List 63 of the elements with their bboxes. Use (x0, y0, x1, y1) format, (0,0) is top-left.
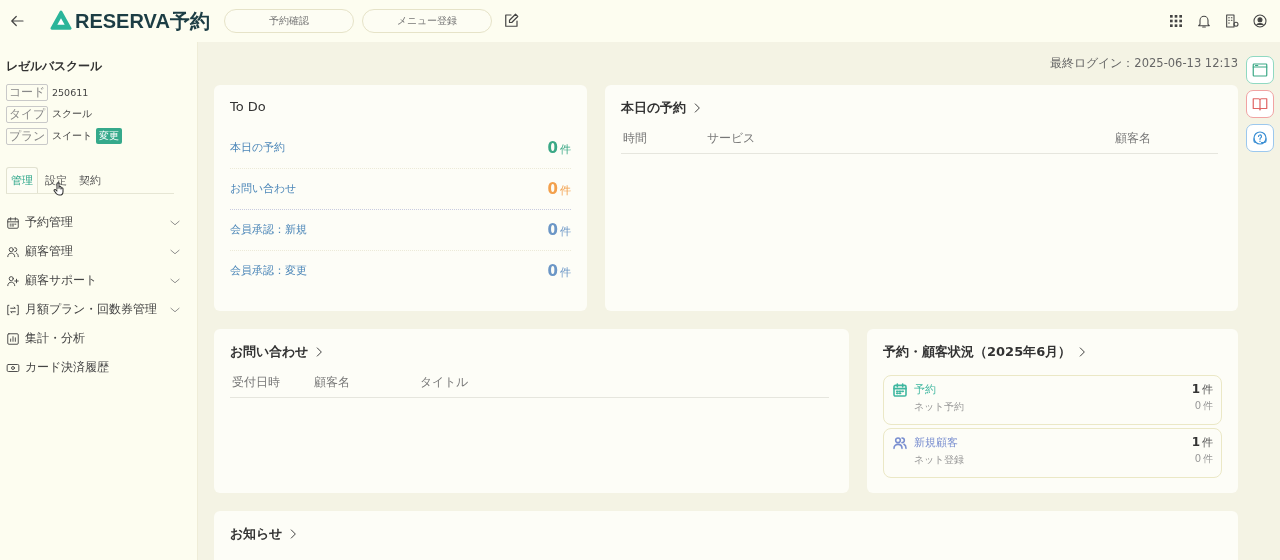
todo-link[interactable]: 会員承認：新規 (230, 223, 307, 237)
info-value: 250611 (52, 86, 89, 98)
nav-button[interactable]: 予約確認 (223, 9, 354, 33)
status-label: 予約 (914, 382, 936, 397)
nav-button[interactable]: メニュー登録 (361, 9, 492, 33)
column-header: 受付日時 (232, 375, 281, 390)
building-gear-icon (1224, 13, 1240, 29)
status-sub-label: ネット登録 (914, 453, 965, 467)
sidebar-tab[interactable]: 契約 (74, 167, 106, 193)
sidebar-menu-item[interactable]: 予約管理 (6, 208, 182, 237)
todo-count: 0件 (547, 180, 571, 198)
column-header: 顧客名 (1115, 131, 1152, 146)
sidebar-menu-item[interactable]: 月額プラン・回数券管理 (6, 295, 182, 324)
browser-icon (1251, 61, 1269, 79)
card-title-link[interactable]: お知らせ (230, 525, 300, 543)
card-title: To Do (230, 99, 266, 114)
todo-link[interactable]: 会員承認：変更 (230, 264, 307, 278)
info-value: スクール (52, 107, 92, 121)
sidebar-menu-item[interactable]: 顧客管理 (6, 237, 182, 266)
support-button[interactable] (1246, 124, 1274, 152)
todo-count: 0件 (547, 221, 571, 239)
logo-icon (50, 10, 72, 32)
todo-count: 0件 (547, 262, 571, 280)
info-label: コード (6, 83, 48, 101)
column-header: サービス (707, 131, 756, 146)
column-header: 顧客名 (314, 375, 351, 390)
notification-icon (1196, 13, 1212, 29)
status-tile[interactable]: 予約 ネット予約 1 件 0 件 (883, 375, 1222, 425)
card-title-link[interactable]: 本日の予約 (621, 99, 704, 117)
status-label: 新規顧客 (914, 435, 958, 450)
repeat-icon (6, 302, 20, 317)
status-tile[interactable]: 新規顧客 ネット登録 1 件 0 件 (883, 428, 1222, 478)
sidebar-menu-item[interactable]: 集計・分析 (6, 324, 182, 353)
status-sub-label: ネット予約 (914, 400, 965, 414)
info-value: スイート (52, 129, 92, 143)
people-icon (6, 244, 20, 259)
card-title-link[interactable]: 予約・顧客状況（2025年6月） (883, 343, 1090, 361)
todo-link[interactable]: 本日の予約 (230, 141, 285, 155)
status-sub-count: 0 件 (1194, 399, 1213, 413)
book-button[interactable] (1246, 90, 1274, 118)
user-plus-icon (6, 273, 20, 288)
support-icon (1251, 129, 1269, 147)
sidebar-menu-item[interactable]: カード決済履歴 (6, 353, 182, 382)
info-label: プラン (6, 127, 48, 145)
logo-text: RESERVA予約 (75, 8, 210, 34)
column-header: タイトル (420, 375, 469, 390)
shop-name: レゼルバスクール (6, 58, 103, 75)
account-icon (1252, 13, 1268, 29)
apps-icon (1168, 13, 1184, 29)
status-count: 1 件 (1191, 382, 1213, 397)
last-login-text: 最終ログイン：2025-06-13 12:13 (1049, 56, 1238, 71)
account-button[interactable] (1250, 11, 1270, 31)
bar-chart-icon (6, 331, 20, 346)
info-label: タイプ (6, 105, 48, 123)
card-title-link[interactable]: お問い合わせ (230, 343, 326, 361)
calendar-icon (6, 215, 20, 230)
book-icon (1251, 95, 1269, 113)
todo-link[interactable]: お問い合わせ (230, 182, 296, 196)
sidebar-menu-item[interactable]: 顧客サポート (6, 266, 182, 295)
column-header: 時間 (623, 131, 648, 146)
status-count: 1 件 (1191, 435, 1213, 450)
todo-count: 0件 (547, 139, 571, 157)
status-sub-count: 0 件 (1194, 452, 1213, 466)
